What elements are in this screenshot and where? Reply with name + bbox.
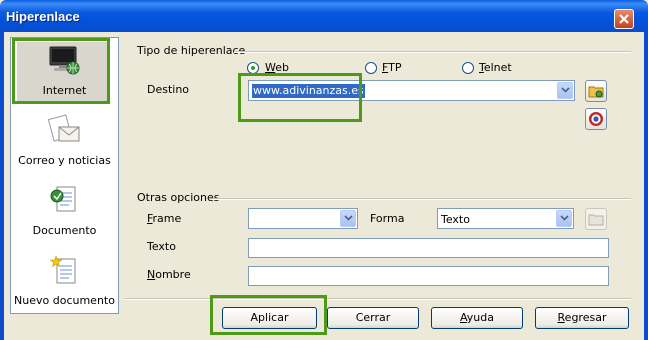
sidebar-item-mail[interactable]: Correo y noticias <box>11 108 118 176</box>
radio-telnet[interactable] <box>462 62 474 74</box>
back-button[interactable]: Regresar <box>535 307 629 329</box>
highlight-box-target <box>238 73 362 122</box>
sidebar-item-document[interactable]: Documento <box>11 178 118 246</box>
frame-dropdown-arrow[interactable] <box>340 210 356 227</box>
sidebar-item-label: Nuevo documento <box>14 294 115 307</box>
events-icon <box>588 214 604 226</box>
frame-combobox[interactable] <box>248 208 358 229</box>
highlight-box-internet <box>12 38 110 104</box>
sidebar-item-label: Correo y noticias <box>18 154 111 167</box>
open-file-button[interactable] <box>585 80 607 102</box>
close-dialog-button[interactable]: Cerrar <box>327 307 419 329</box>
help-button[interactable]: Ayuda <box>431 307 523 329</box>
window-border-left <box>0 32 4 340</box>
sidebar-item-label: Documento <box>32 224 97 237</box>
hyperlink-dialog: Hiperenlace Internet Correo y noticias D… <box>0 0 648 340</box>
mail-icon <box>47 114 80 142</box>
other-options-title: Otras opciones <box>137 191 220 204</box>
form-dropdown-arrow[interactable] <box>556 210 572 227</box>
name-label: Nombre <box>147 268 191 281</box>
chevron-down-icon <box>560 215 569 221</box>
name-input[interactable] <box>248 266 609 286</box>
target-label: Destino <box>147 83 190 96</box>
group-divider <box>234 51 631 53</box>
document-icon <box>50 186 76 212</box>
target-dropdown-arrow[interactable] <box>557 82 573 99</box>
radio-telnet-label: Telnet <box>479 61 512 74</box>
radio-ftp[interactable] <box>365 62 377 74</box>
form-combobox[interactable]: Texto <box>437 208 574 229</box>
folder-icon <box>588 86 604 98</box>
target-icon <box>589 112 603 126</box>
form-value: Texto <box>441 213 470 226</box>
new-document-icon <box>49 255 76 284</box>
target-in-document-button[interactable] <box>585 108 607 130</box>
close-button[interactable] <box>614 9 634 29</box>
window-title: Hiperenlace <box>6 9 80 24</box>
events-button[interactable] <box>585 208 607 230</box>
window-border-right <box>644 32 648 340</box>
chevron-down-icon <box>344 215 353 221</box>
chevron-down-icon <box>561 87 570 93</box>
hyperlink-type-title: Tipo de hiperenlace <box>137 44 246 57</box>
text-input[interactable] <box>248 238 609 258</box>
bottom-divider <box>125 298 631 300</box>
text-label: Texto <box>147 240 176 253</box>
group-divider <box>212 198 631 200</box>
frame-label: Frame <box>147 212 182 225</box>
sidebar-item-new-document[interactable]: Nuevo documento <box>11 248 118 316</box>
highlight-box-apply <box>210 295 327 335</box>
close-icon <box>619 14 629 24</box>
title-bar <box>0 0 648 32</box>
form-label: Forma <box>370 212 405 225</box>
radio-ftp-label: FTP <box>382 61 402 74</box>
